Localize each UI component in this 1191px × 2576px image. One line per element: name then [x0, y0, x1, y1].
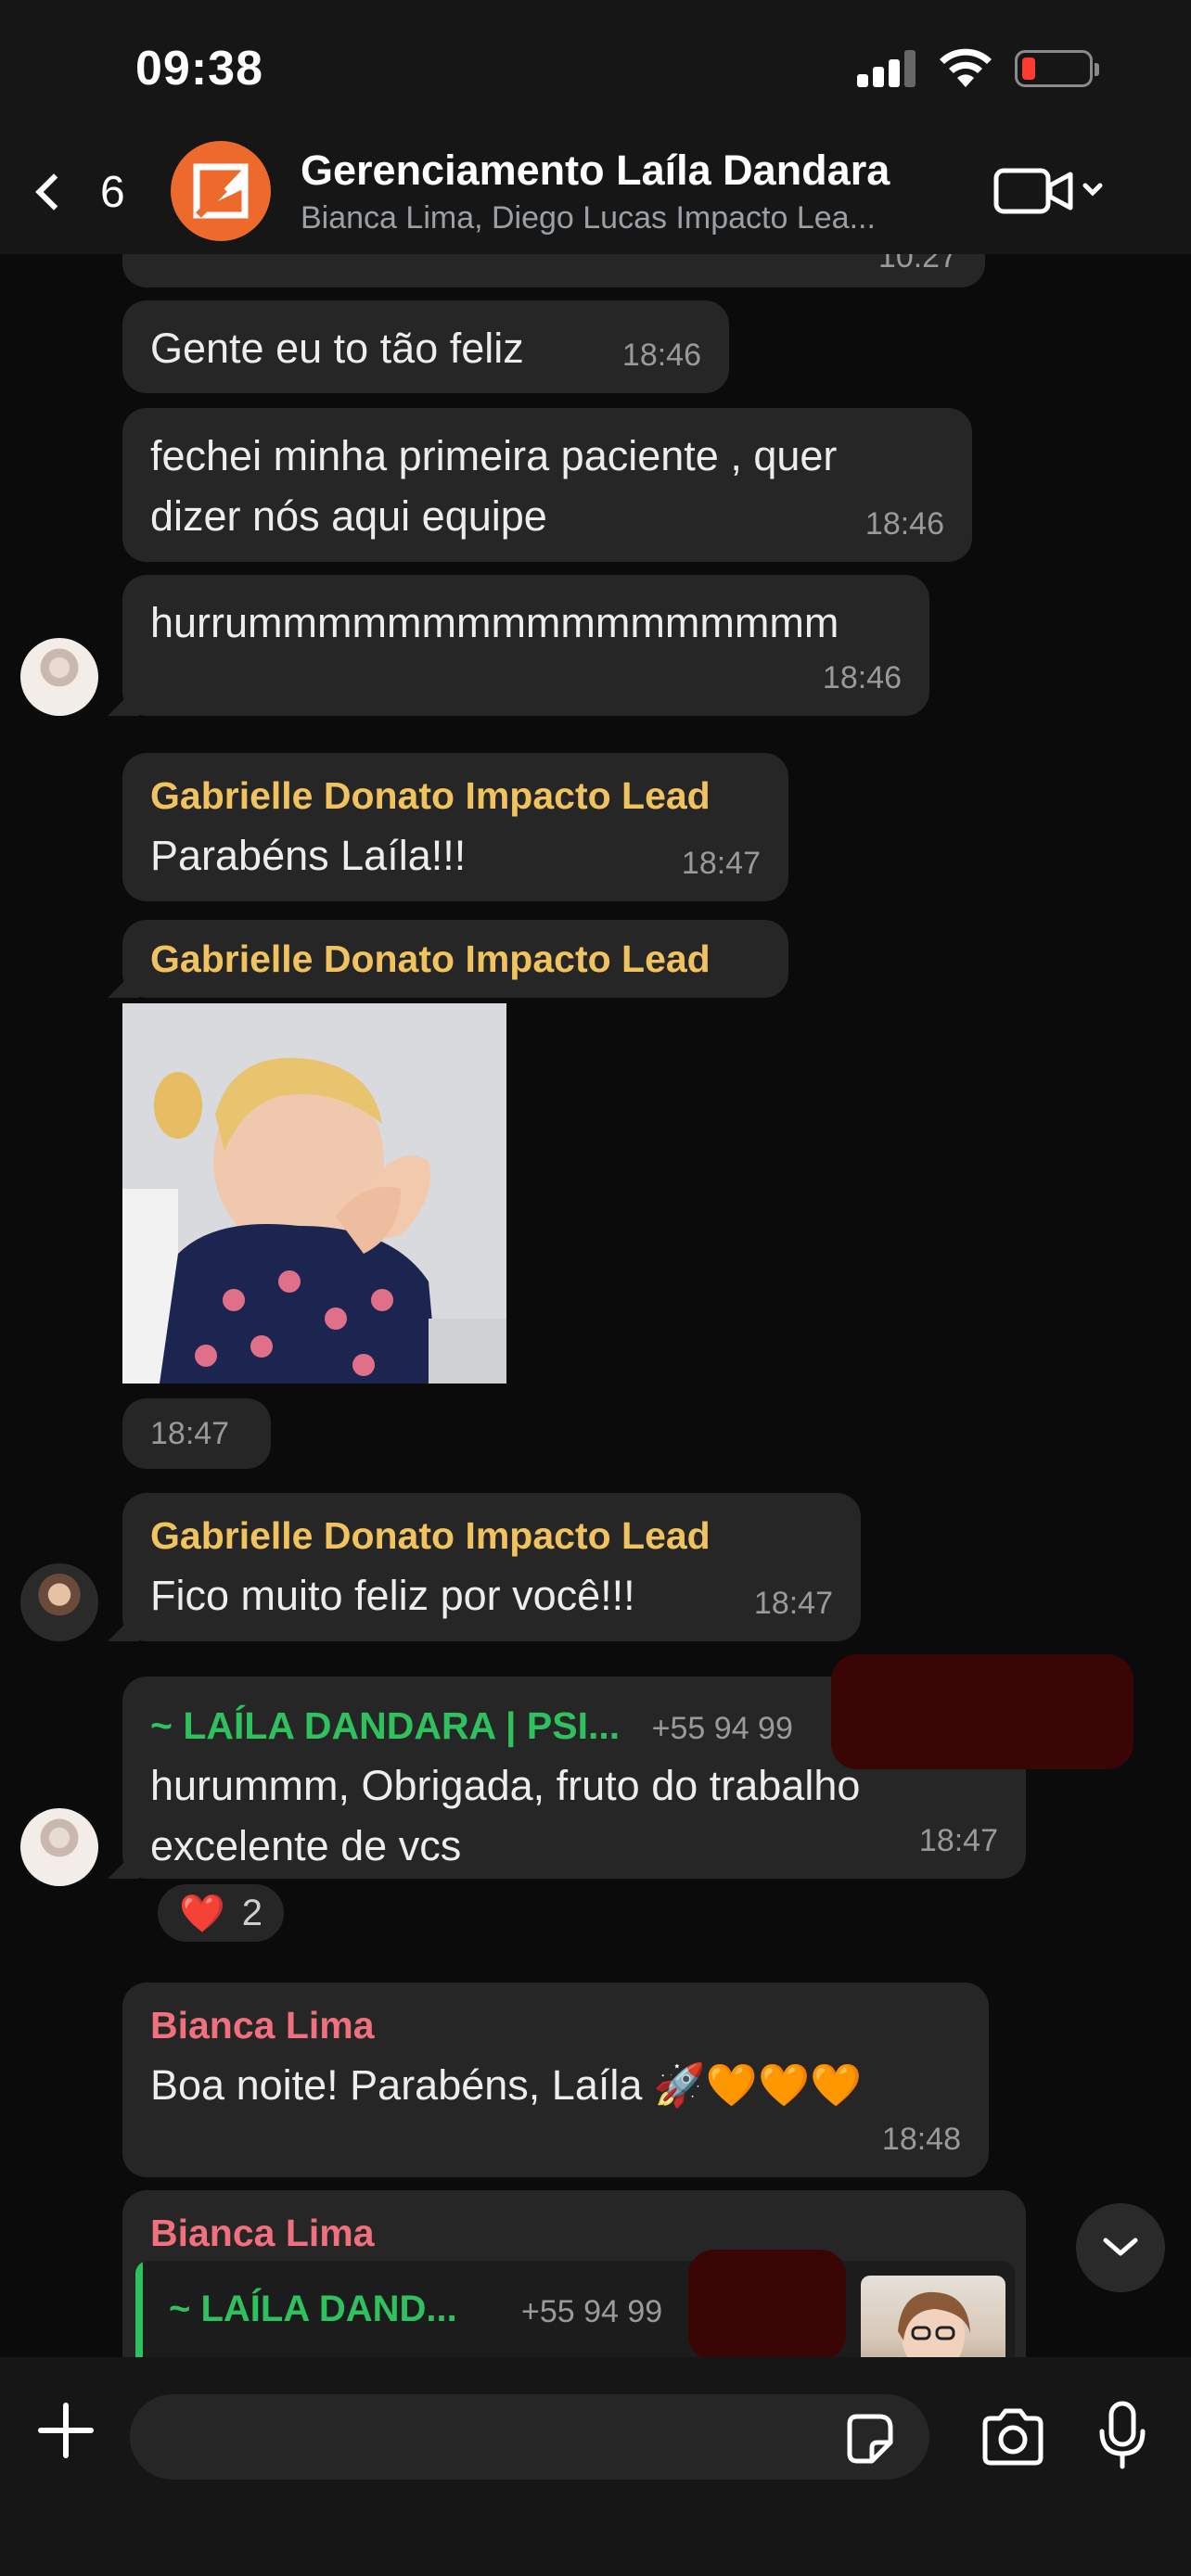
quoted-sender-phone: +55 94 99 [521, 2294, 663, 2329]
back-button[interactable]: 6 [28, 156, 139, 228]
sender-phone: +55 94 99 [651, 1711, 793, 1746]
cellular-signal-icon [857, 50, 916, 87]
quoted-image-thumbnail [861, 2276, 1005, 2357]
attach-plus-button[interactable] [33, 2398, 98, 2463]
group-logo-icon [193, 163, 249, 219]
image-attachment[interactable] [122, 1003, 506, 1384]
message-time: 18:47 [150, 1416, 230, 1451]
microphone-icon[interactable] [1096, 2400, 1148, 2470]
reaction-badge[interactable]: ❤️ 2 [154, 1881, 288, 1945]
scroll-to-bottom-button[interactable] [1076, 2203, 1165, 2292]
chat-header: 6 Gerenciamento Laíla Dandara Bianca Lim… [0, 130, 1191, 254]
clapping-baby-image [122, 1003, 506, 1384]
message-bubble[interactable]: Gabrielle Donato Impacto Lead Parabéns L… [122, 753, 788, 901]
message-text: hurrummmmmmmmmmmmmmmmm [150, 599, 839, 646]
message-text: fechei minha primeira paciente , quer di… [150, 432, 838, 540]
message-time: 18:48 [881, 2122, 961, 2158]
sender-name[interactable]: Bianca Lima [150, 2001, 961, 2050]
chevron-left-icon [35, 173, 72, 210]
message-text: hurummm, Obrigada, fruto do trabalho exc… [150, 1762, 861, 1870]
sticker-icon[interactable] [840, 2411, 896, 2467]
chevron-down-icon [1103, 2238, 1138, 2256]
message-bubble[interactable]: Bianca Lima Boa noite! Parabéns, Laíla 🚀… [122, 1983, 989, 2177]
reaction-count: 2 [241, 1892, 263, 1933]
group-avatar[interactable] [171, 141, 271, 241]
redaction-mark [688, 2250, 846, 2357]
sender-name[interactable]: ~ LAÍLA DANDARA | PSI... [150, 1702, 620, 1751]
wifi-icon [940, 48, 992, 87]
message-time-chip: 18:47 [122, 1398, 271, 1469]
message-text: Parabéns Laíla!!! [150, 832, 467, 880]
message-bubble[interactable]: Gente eu to tão feliz 18:46 [122, 300, 729, 393]
chat-participants[interactable]: Bianca Lima, Diego Lucas Impacto Lea... [301, 200, 950, 236]
chat-title[interactable]: Gerenciamento Laíla Dandara [301, 147, 890, 195]
sender-name[interactable]: Bianca Lima [150, 2209, 998, 2258]
message-bubble[interactable]: Gabrielle Donato Impacto Lead Fico muito… [122, 1493, 861, 1641]
message-time: 18:46 [621, 338, 701, 374]
video-call-button[interactable] [992, 163, 1108, 219]
message-text: Fico muito feliz por você!!! [150, 1572, 635, 1620]
quoted-sender-name: ~ LAÍLA DAND... [169, 2289, 457, 2329]
message-time: 10:27 [877, 254, 957, 275]
avatar[interactable] [20, 1808, 98, 1886]
composer-bar [0, 2357, 1191, 2576]
quoted-message[interactable]: ~ LAÍLA DAND... +55 94 99 [135, 2261, 1015, 2357]
message-input[interactable] [130, 2394, 929, 2480]
redaction-mark [831, 1654, 1133, 1769]
status-bar: 09:38 [0, 0, 1191, 130]
message-text: Boa noite! Parabéns, Laíla 🚀🧡🧡🧡 [150, 2061, 862, 2110]
message-time: 18:47 [681, 846, 761, 882]
heart-icon: ❤️ [178, 1893, 225, 1934]
message-bubble[interactable]: fechei minha primeira paciente , quer di… [122, 408, 972, 562]
message-bubble[interactable]: 10:27 [122, 254, 985, 287]
status-time: 09:38 [135, 42, 263, 96]
message-text: Gente eu to tão feliz [150, 325, 524, 372]
message-time: 18:47 [918, 1823, 998, 1859]
camera-icon[interactable] [980, 2407, 1046, 2467]
battery-icon [1015, 50, 1099, 87]
message-time: 18:46 [864, 506, 944, 542]
message-time: 18:47 [753, 1586, 833, 1622]
unread-count: 6 [100, 167, 125, 217]
message-time: 18:46 [822, 660, 902, 696]
avatar[interactable] [20, 1563, 98, 1641]
message-bubble[interactable]: hurrummmmmmmmmmmmmmmmm 18:46 [122, 575, 929, 716]
sender-name[interactable]: Gabrielle Donato Impacto Lead [150, 1511, 833, 1561]
message-bubble[interactable]: Gabrielle Donato Impacto Lead [122, 920, 788, 998]
avatar[interactable] [20, 638, 98, 716]
sender-name[interactable]: Gabrielle Donato Impacto Lead [150, 935, 761, 984]
message-list[interactable]: 10:27 Gente eu to tão feliz 18:46 fechei… [0, 254, 1191, 2357]
sender-name[interactable]: Gabrielle Donato Impacto Lead [150, 772, 761, 821]
